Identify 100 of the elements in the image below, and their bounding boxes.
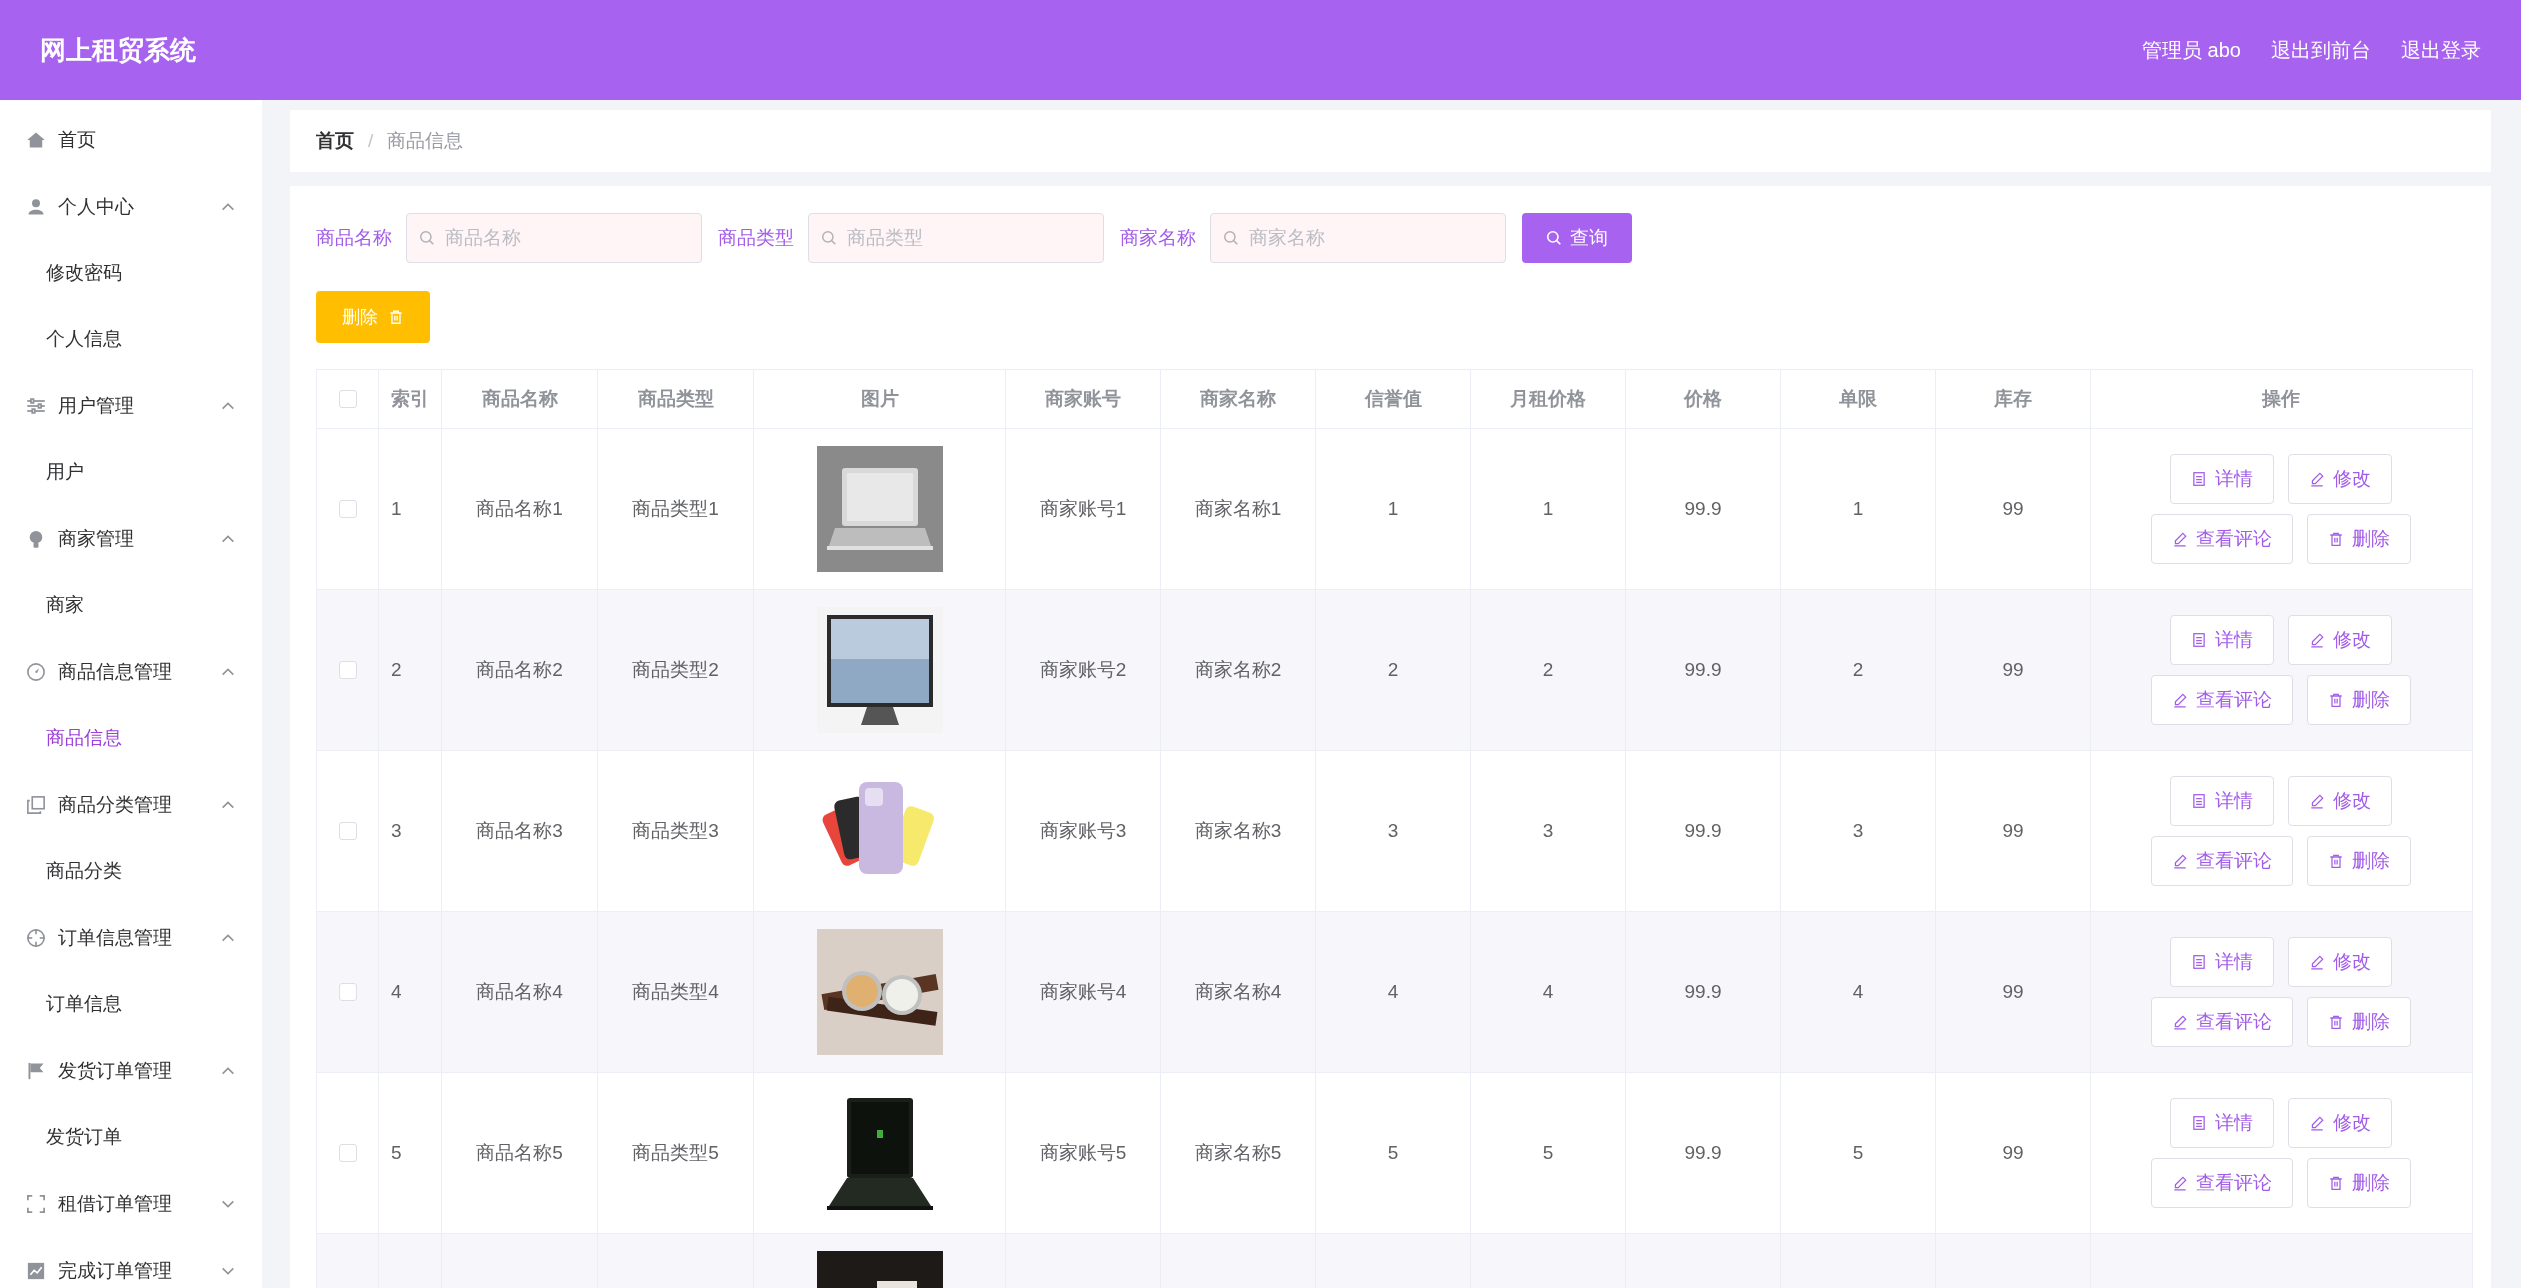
pencil-icon xyxy=(2172,853,2188,869)
sidebar-menu-item[interactable]: 首页 xyxy=(0,106,262,173)
table-cell: 99.9 xyxy=(1684,1142,1722,1164)
view-comments-button[interactable]: 查看评论 xyxy=(2151,1158,2293,1208)
sidebar-subitem[interactable]: 个人信息 xyxy=(0,306,262,372)
details-button[interactable]: 详情 xyxy=(2170,937,2274,987)
table-cell-text: 商品名称5 xyxy=(476,1141,563,1165)
table-cell: 99.9 xyxy=(1684,498,1722,520)
row-checkbox[interactable] xyxy=(338,983,357,1001)
breadcrumb-link[interactable]: 商品信息 xyxy=(387,128,464,154)
sidebar-menu-item[interactable]: 个人中心 xyxy=(0,173,262,240)
sidebar-menu-item[interactable]: 完成订单管理 xyxy=(0,1237,262,1288)
table-cell: 99 xyxy=(2002,1142,2024,1164)
table-cell-text: 商家名称1 xyxy=(1194,497,1282,521)
table-cell: 99 xyxy=(2002,659,2024,681)
sidebar-menu-item[interactable]: 商品信息管理 xyxy=(0,638,262,705)
pencil-icon xyxy=(2309,1115,2325,1131)
table-cell-text: 商家账号5 xyxy=(1039,1141,1127,1165)
document-icon xyxy=(2191,793,2207,809)
table-cell-text: 商品名称1 xyxy=(476,497,563,521)
sidebar-subitem[interactable]: 商品分类 xyxy=(0,838,262,904)
column-header: 商品类型 xyxy=(598,370,754,428)
table-cell-text: 商品名称4 xyxy=(476,980,563,1004)
edit-button[interactable]: 修改 xyxy=(2288,615,2392,665)
view-comments-button[interactable]: 查看评论 xyxy=(2151,514,2293,564)
table-cell-text: 商家名称3 xyxy=(1194,819,1282,843)
table-cell-text: 商品名称3 xyxy=(476,819,563,843)
copy-icon xyxy=(26,794,46,815)
sidebar-subitem[interactable]: 发货订单 xyxy=(0,1104,262,1170)
table-cell: 99 xyxy=(2002,498,2024,520)
delete-row-button[interactable]: 删除 xyxy=(2307,675,2411,725)
table-cell-text: 商品名称2 xyxy=(476,658,563,682)
sidebar-subitem[interactable]: 订单信息 xyxy=(0,971,262,1037)
sidebar-subitem[interactable]: 用户 xyxy=(0,439,262,505)
table-cell: 2 xyxy=(1387,659,1399,681)
header-link[interactable]: 退出登录 xyxy=(2401,36,2481,64)
column-header: 价格 xyxy=(1626,370,1781,428)
details-button[interactable]: 详情 xyxy=(2170,454,2274,504)
search-field[interactable]: 商品类型 xyxy=(808,213,1104,263)
table-cell-text: 商品类型5 xyxy=(632,1141,719,1165)
table-cell-text: 商品类型3 xyxy=(632,819,719,843)
select-all-checkbox[interactable] xyxy=(338,390,357,408)
table-cell: 2 xyxy=(1542,659,1554,681)
delete-row-button[interactable]: 删除 xyxy=(2307,997,2411,1047)
table-cell: 2 xyxy=(1852,659,1864,681)
delete-row-button[interactable]: 删除 xyxy=(2307,514,2411,564)
row-checkbox[interactable] xyxy=(338,822,357,840)
sliders-icon xyxy=(26,395,46,416)
edit-button[interactable]: 修改 xyxy=(2288,454,2392,504)
delete-row-button[interactable]: 删除 xyxy=(2307,1158,2411,1208)
delete-row-button[interactable]: 删除 xyxy=(2307,836,2411,886)
table-cell: 3 xyxy=(1852,820,1864,842)
pencil-icon xyxy=(2172,531,2188,547)
table-cell: 3 xyxy=(1542,820,1554,842)
search-icon xyxy=(419,230,435,246)
edit-button[interactable]: 修改 xyxy=(2288,1098,2392,1148)
trash-icon xyxy=(2328,1175,2344,1191)
details-button[interactable]: 详情 xyxy=(2170,776,2274,826)
search-field[interactable]: 商家名称 xyxy=(1210,213,1506,263)
table-cell: 99.9 xyxy=(1684,820,1722,842)
row-checkbox[interactable] xyxy=(338,500,357,518)
sidebar-menu-item[interactable]: 发货订单管理 xyxy=(0,1037,262,1104)
search-field[interactable]: 商品名称 xyxy=(406,213,702,263)
app-title: 网上租贸系统 xyxy=(40,33,196,67)
sidebar-subitem[interactable]: 商家 xyxy=(0,572,262,638)
row-checkbox[interactable] xyxy=(338,1144,357,1162)
table-cell: 5 xyxy=(1542,1142,1554,1164)
table-cell: 2 xyxy=(391,659,402,681)
row-checkbox[interactable] xyxy=(338,661,357,679)
table-cell-text: 商家名称2 xyxy=(1194,658,1282,682)
pencil-icon xyxy=(2309,954,2325,970)
search-button[interactable]: 查询 xyxy=(1522,213,1632,263)
table-cell-text: 商品类型4 xyxy=(632,980,719,1004)
pencil-icon xyxy=(2309,632,2325,648)
scan-icon xyxy=(26,1193,46,1214)
header-link[interactable]: 管理员 abo xyxy=(2142,36,2241,64)
pencil-icon xyxy=(2172,1014,2188,1030)
sidebar-menu-item[interactable]: 用户管理 xyxy=(0,372,262,439)
view-comments-button[interactable]: 查看评论 xyxy=(2151,836,2293,886)
sidebar-menu-item[interactable]: 商品分类管理 xyxy=(0,771,262,838)
sidebar-subitem[interactable]: 商品信息 xyxy=(0,705,262,771)
table-cell-text: 商品类型1 xyxy=(632,497,719,521)
sidebar-menu-item[interactable]: 商家管理 xyxy=(0,505,262,572)
trash-icon xyxy=(2328,853,2344,869)
edit-button[interactable]: 修改 xyxy=(2288,937,2392,987)
sidebar-menu-item[interactable]: 订单信息管理 xyxy=(0,904,262,971)
table-cell: 99 xyxy=(2002,981,2024,1003)
sidebar-menu-item[interactable]: 租借订单管理 xyxy=(0,1170,262,1237)
header-link[interactable]: 退出到前台 xyxy=(2271,36,2371,64)
column-header: 商品名称 xyxy=(442,370,598,428)
breadcrumb-link[interactable]: 首页 xyxy=(316,128,354,154)
details-button[interactable]: 详情 xyxy=(2170,1098,2274,1148)
compass-icon xyxy=(26,661,46,682)
table-cell: 99.9 xyxy=(1684,981,1722,1003)
document-icon xyxy=(2191,632,2207,648)
details-button[interactable]: 详情 xyxy=(2170,615,2274,665)
sidebar-subitem[interactable]: 修改密码 xyxy=(0,240,262,306)
edit-button[interactable]: 修改 xyxy=(2288,776,2392,826)
view-comments-button[interactable]: 查看评论 xyxy=(2151,997,2293,1047)
view-comments-button[interactable]: 查看评论 xyxy=(2151,675,2293,725)
